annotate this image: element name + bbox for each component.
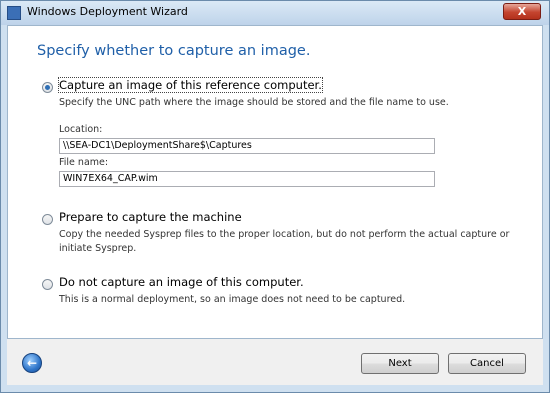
- back-arrow-icon[interactable]: ←: [22, 353, 42, 373]
- title-bar[interactable]: Windows Deployment Wizard X: [1, 1, 549, 25]
- capture-image-description: Specify the UNC path where the image sho…: [59, 97, 449, 108]
- no-capture-label[interactable]: Do not capture an image of this computer…: [59, 275, 304, 289]
- file-name-input[interactable]: WIN7EX64_CAP.wim: [59, 171, 435, 187]
- prepare-capture-radio[interactable]: [42, 214, 53, 225]
- location-input[interactable]: \\SEA-DC1\DeploymentShare$\Captures: [59, 138, 435, 154]
- next-button[interactable]: Next: [361, 353, 439, 374]
- prepare-capture-label[interactable]: Prepare to capture the machine: [59, 210, 242, 224]
- close-button[interactable]: X: [503, 3, 541, 20]
- page-title: Specify whether to capture an image.: [37, 43, 311, 59]
- no-capture-radio[interactable]: [42, 279, 53, 290]
- capture-image-radio[interactable]: [42, 82, 53, 93]
- wizard-content: Specify whether to capture an image. Cap…: [7, 25, 543, 339]
- file-name-label: File name:: [59, 157, 109, 168]
- cancel-button[interactable]: Cancel: [448, 353, 526, 374]
- capture-image-label[interactable]: Capture an image of this reference compu…: [58, 77, 323, 93]
- button-bar: ← Next Cancel: [7, 339, 543, 385]
- window-title: Windows Deployment Wizard: [27, 5, 188, 18]
- no-capture-description: This is a normal deployment, so an image…: [59, 294, 406, 305]
- wizard-window: Windows Deployment Wizard X Specify whet…: [0, 0, 550, 393]
- app-icon: [7, 6, 21, 20]
- prepare-capture-description: Copy the needed Sysprep files to the pro…: [59, 229, 510, 254]
- location-label: Location:: [59, 124, 103, 135]
